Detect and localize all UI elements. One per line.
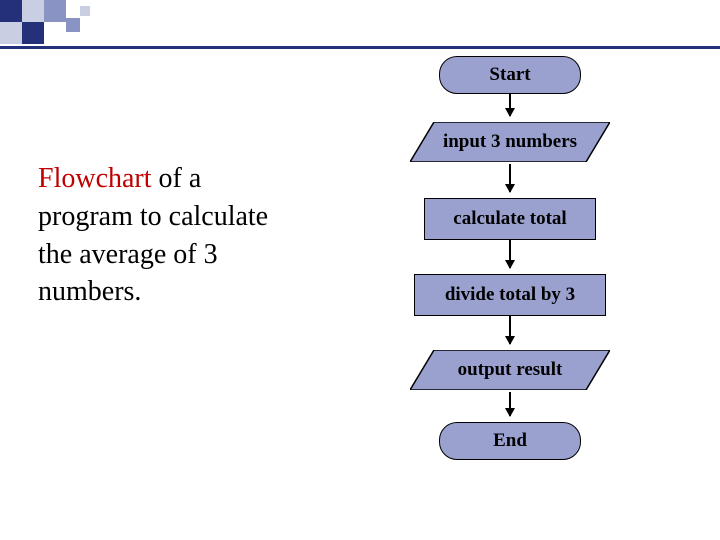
arrow xyxy=(509,392,511,416)
slide-corner-decoration xyxy=(0,0,120,42)
arrow xyxy=(509,164,511,192)
process-calc-total: calculate total xyxy=(424,198,596,240)
io-input: input 3 numbers xyxy=(410,122,610,162)
calc-total-label: calculate total xyxy=(453,208,566,230)
horizontal-rule xyxy=(0,46,720,49)
output-label: output result xyxy=(410,350,610,390)
divide-label: divide total by 3 xyxy=(445,284,575,306)
terminator-end: End xyxy=(439,422,581,460)
arrow xyxy=(509,240,511,268)
process-divide: divide total by 3 xyxy=(414,274,606,316)
input-label: input 3 numbers xyxy=(410,122,610,162)
arrow xyxy=(509,94,511,116)
terminator-start: Start xyxy=(439,56,581,94)
io-output: output result xyxy=(410,350,610,390)
description-text: Flowchart of a program to calculate the … xyxy=(38,160,298,311)
end-label: End xyxy=(493,430,527,452)
start-label: Start xyxy=(489,64,530,86)
arrow xyxy=(509,316,511,344)
highlight-word: Flowchart xyxy=(38,163,152,194)
flowchart: Start input 3 numbers calculate total di… xyxy=(320,56,700,536)
